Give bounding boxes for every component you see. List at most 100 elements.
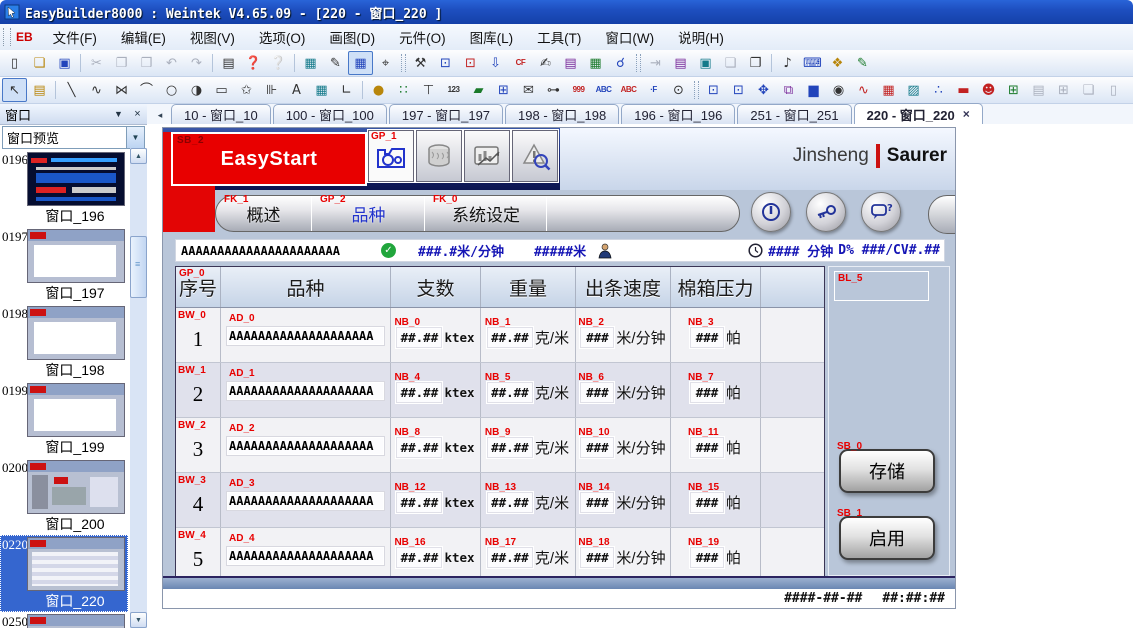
grid-icon[interactable]: ▦ [348, 51, 373, 75]
spline-icon[interactable]: ∿ [84, 78, 109, 102]
import-library-icon[interactable]: ⇥ [643, 51, 668, 75]
weight-cell[interactable]: NB_13 ##.## 克/米 [481, 473, 576, 527]
chevron-down-icon[interactable]: ▼ [126, 127, 144, 148]
count-cell[interactable]: NB_16 ##.## ktex [391, 528, 481, 582]
variety-name-cell[interactable]: AD_3 AAAAAAAAAAAAAAAAAAAA [221, 473, 391, 527]
window-list-item[interactable]: 0220 窗口_220 [0, 535, 128, 612]
tab-scroll-left-icon[interactable]: ◂ [152, 107, 168, 124]
operator-icon[interactable]: ☻ [976, 78, 1001, 102]
menu-item[interactable]: 图库(L) [458, 24, 526, 50]
variety-name-cell[interactable]: AD_4 AAAAAAAAAAAAAAAAAAAA [221, 528, 391, 582]
speed-value[interactable]: ### [580, 437, 614, 458]
menu-item[interactable]: 视图(V) [178, 24, 247, 50]
window-list-item[interactable]: 0198 窗口_198 [0, 304, 128, 381]
new-icon[interactable]: ▯ [2, 51, 27, 75]
address-viewer-icon[interactable]: ☌ [608, 51, 633, 75]
speed-cell[interactable]: NB_14 ### 米/分钟 [576, 473, 671, 527]
line-icon[interactable]: ╲ [59, 78, 84, 102]
bar-graph-icon[interactable]: ▆ [801, 78, 826, 102]
report-icon[interactable]: ▯ [1101, 78, 1126, 102]
keyboard-icon[interactable]: ⌨ [800, 51, 825, 75]
recipe-table[interactable]: GP_0 序号品种支数重量出条速度棉箱压力 BW_0 1 AD_0 AAAAAA… [175, 266, 825, 583]
pressure-cell[interactable]: NB_15 ### 帕 [671, 473, 761, 527]
speed-value[interactable]: ### [580, 547, 614, 568]
menu-item[interactable]: 说明(H) [666, 24, 736, 50]
ascii-display-icon[interactable]: ABC [591, 78, 616, 102]
cf-card-icon[interactable]: CF [508, 51, 533, 75]
data-sampling-icon[interactable]: ▤ [1026, 78, 1051, 102]
schedule-icon[interactable]: ⊞ [1001, 78, 1026, 102]
weight-value[interactable]: ##.## [487, 327, 533, 348]
window-swap-icon[interactable]: ⧉ [776, 78, 801, 102]
picture-icon[interactable]: ▦ [309, 78, 334, 102]
compile-icon[interactable]: ⚒ [408, 51, 433, 75]
object-properties-icon[interactable]: ▤ [27, 78, 52, 102]
tag-library-icon[interactable]: ❖ [825, 51, 850, 75]
ascii-input-icon[interactable]: ABC [616, 78, 641, 102]
canvas-tab[interactable]: FK_0 系统设定 [424, 196, 547, 231]
count-cell[interactable]: NB_0 ##.## ktex [391, 308, 481, 362]
nav-alarm-button[interactable] [512, 130, 558, 182]
hmi-canvas[interactable]: Jinsheng Saurer SB_2 EasyStart GP_1 [163, 128, 955, 608]
panel-menu-icon[interactable]: ▼ [109, 105, 128, 123]
recipe-editor-icon[interactable]: ▦ [583, 51, 608, 75]
window-tab[interactable]: 251 - 窗口_251 × [737, 104, 851, 124]
tab-close-icon[interactable]: × [963, 107, 970, 121]
window-tab[interactable]: 100 - 窗口_100 × [273, 104, 387, 124]
weight-value[interactable]: ##.## [487, 547, 533, 568]
pdf-icon[interactable]: ❒ [1126, 78, 1133, 102]
nav-sliver-button[interactable] [416, 130, 462, 182]
menu-item[interactable]: 窗口(W) [593, 24, 666, 50]
select-icon[interactable]: ↖ [2, 78, 27, 102]
easystart-button[interactable]: SB_2 EasyStart [171, 132, 367, 186]
history-table-icon[interactable]: ▦ [876, 78, 901, 102]
preview-mode-select[interactable]: 窗口预览 ▼ [2, 126, 145, 149]
variety-name-field[interactable]: AAAAAAAAAAAAAAAAAAAAAA [181, 244, 371, 258]
variety-name-value[interactable]: AAAAAAAAAAAAAAAAAAAA [227, 437, 384, 455]
redo-icon[interactable]: ↷ [184, 51, 209, 75]
window-list-item[interactable]: 0200 窗口_200 [0, 458, 128, 535]
count-cell[interactable]: NB_12 ##.## ktex [391, 473, 481, 527]
meter-icon[interactable]: ◉ [826, 78, 851, 102]
window-list-item[interactable]: 0196 窗口_196 [0, 150, 128, 227]
move-icon[interactable]: ✥ [751, 78, 776, 102]
variety-name-value[interactable]: AAAAAAAAAAAAAAAAAAAA [227, 382, 384, 400]
numeric-monitor-icon[interactable]: ⊡ [701, 78, 726, 102]
pressure-value[interactable]: ### [690, 492, 724, 513]
panel-close-icon[interactable]: × [128, 105, 147, 123]
function-key-icon[interactable]: ⊞ [491, 78, 516, 102]
status-bar[interactable]: AAAAAAAAAAAAAAAAAAAAAA ✓ ###.#米/分钟 #####… [175, 239, 945, 262]
pressure-cell[interactable]: NB_11 ### 帕 [671, 418, 761, 472]
pressure-value[interactable]: ### [690, 547, 724, 568]
function-button-icon[interactable]: ·F [641, 78, 666, 102]
notification-icon[interactable]: ✉ [516, 78, 541, 102]
address-tag-library-icon[interactable]: ▤ [668, 51, 693, 75]
online-simulation-icon[interactable]: ⊡ [433, 51, 458, 75]
scatter-icon[interactable]: ∴ [926, 78, 951, 102]
count-value[interactable]: ##.## [396, 492, 442, 513]
text-icon[interactable]: A [284, 78, 309, 102]
clock-icon[interactable]: ⊙ [666, 78, 691, 102]
time-monitor-icon[interactable]: ⊡ [726, 78, 751, 102]
pressure-value[interactable]: ### [690, 327, 724, 348]
canvas-tab[interactable]: FK_1 概述 [216, 196, 311, 231]
store-button[interactable]: SB_0 存储 [839, 449, 935, 493]
help-bubble-button[interactable]: ? [861, 192, 901, 232]
speed-value[interactable]: ### [580, 382, 614, 403]
variety-name-value[interactable]: AAAAAAAAAAAAAAAAAAAA [227, 547, 384, 565]
speed-cell[interactable]: NB_6 ### 米/分钟 [576, 363, 671, 417]
download-icon[interactable]: ⇩ [483, 51, 508, 75]
window-list-item[interactable]: 0197 窗口_197 [0, 227, 128, 304]
enable-button[interactable]: SB_1 启用 [839, 516, 935, 560]
context-help-icon[interactable]: ❔ [266, 51, 291, 75]
rectangle-icon[interactable]: ▭ [209, 78, 234, 102]
sound-library-icon[interactable]: ♪ [775, 51, 800, 75]
weight-value[interactable]: ##.## [487, 492, 533, 513]
power-button[interactable] [751, 192, 791, 232]
length-field[interactable]: #####米 [534, 241, 586, 260]
speed-field[interactable]: ###.#米/分钟 [418, 241, 504, 260]
variety-name-value[interactable]: AAAAAAAAAAAAAAAAAAAA [227, 327, 384, 345]
table-row[interactable]: BW_1 2 AD_1 AAAAAAAAAAAAAAAAAAAA NB_4 ##… [176, 362, 824, 417]
window-tab[interactable]: 10 - 窗口_10 × [171, 104, 271, 124]
numeric-display-icon[interactable]: 999 [566, 78, 591, 102]
